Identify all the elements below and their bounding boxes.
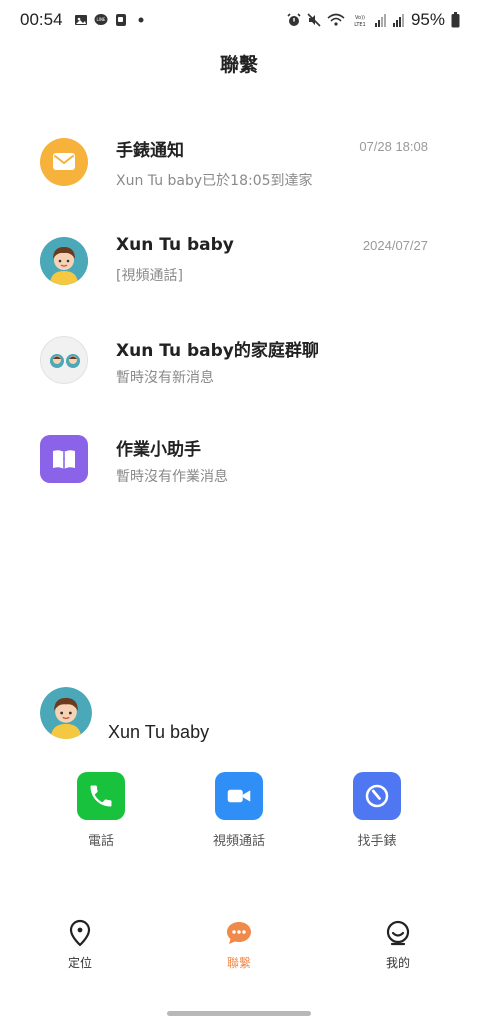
status-time: 00:54: [20, 10, 63, 29]
page-title: 聯繫: [219, 54, 258, 76]
message-subtitle: 暫時沒有新消息: [116, 370, 214, 386]
message-title: Xun Tu baby的家庭群聊: [116, 341, 319, 361]
gallery-icon: [75, 15, 87, 25]
svg-text:Vo)): Vo)): [355, 15, 365, 21]
nav-location[interactable]: 定位: [40, 918, 120, 971]
video-call-button[interactable]: 視頻通話: [194, 772, 284, 849]
battery-percent: 95%: [410, 10, 445, 29]
device-avatar[interactable]: [40, 687, 92, 739]
message-time: 2024/07/27: [362, 238, 428, 253]
message-title: 作業小助手: [116, 440, 201, 460]
chat-icon: [224, 918, 254, 948]
dot-icon: [138, 17, 144, 23]
location-icon: [65, 918, 95, 948]
message-subtitle: 暫時沒有作業消息: [116, 469, 228, 485]
wifi-icon: [327, 13, 345, 26]
message-item-watch-notice[interactable]: 手錶通知 Xun Tu baby已於18:05到達家 07/28 18:08: [0, 136, 478, 216]
message-item-family-group[interactable]: Xun Tu baby的家庭群聊 暫時沒有新消息: [0, 336, 478, 416]
video-icon: [215, 772, 263, 820]
nav-label: 定位: [67, 956, 92, 970]
signal-icon: [374, 14, 386, 27]
action-label: 電話: [87, 834, 114, 849]
find-watch-button[interactable]: 找手錶: [332, 772, 422, 849]
battery-icon: [451, 12, 460, 28]
notification-icon: [116, 14, 126, 26]
device-name: Xun Tu baby: [108, 722, 210, 742]
home-indicator[interactable]: [167, 1011, 311, 1016]
message-subtitle: Xun Tu baby已於18:05到達家: [116, 173, 313, 189]
nav-label: 我的: [385, 956, 410, 970]
message-item-homework-helper[interactable]: 作業小助手 暫時沒有作業消息: [0, 435, 478, 515]
nav-contact[interactable]: 聯繫: [199, 918, 279, 971]
mail-icon: [40, 138, 88, 186]
signal-icon-2: [392, 14, 404, 27]
nav-label: 聯繫: [226, 956, 251, 970]
find-watch-icon: [353, 772, 401, 820]
message-item-xun-tu-baby[interactable]: Xun Tu baby [視頻通話] 2024/07/27: [0, 235, 478, 315]
message-title: Xun Tu baby: [116, 235, 234, 255]
phone-call-button[interactable]: 電話: [56, 772, 146, 849]
action-label: 視頻通話: [212, 834, 265, 849]
svg-text:LTE1: LTE1: [354, 22, 366, 27]
child-avatar-icon: [40, 237, 88, 285]
action-label: 找手錶: [357, 834, 397, 849]
alarm-icon: [287, 13, 301, 26]
message-title: 手錶通知: [116, 141, 184, 161]
status-bar: 00:54 LINE Vo)) LTE1 95%: [0, 0, 478, 44]
profile-icon: [383, 918, 413, 948]
mute-icon: [307, 13, 321, 27]
message-subtitle: [視頻通話]: [116, 268, 183, 284]
line-icon: LINE: [94, 14, 108, 25]
phone-icon: [77, 772, 125, 820]
family-group-icon: [40, 336, 88, 384]
book-icon: [40, 435, 88, 483]
nav-profile[interactable]: 我的: [358, 918, 438, 971]
volte-icon: Vo))LTE1: [354, 15, 366, 27]
svg-text:LINE: LINE: [97, 17, 106, 22]
message-time: 07/28 18:08: [359, 139, 428, 154]
